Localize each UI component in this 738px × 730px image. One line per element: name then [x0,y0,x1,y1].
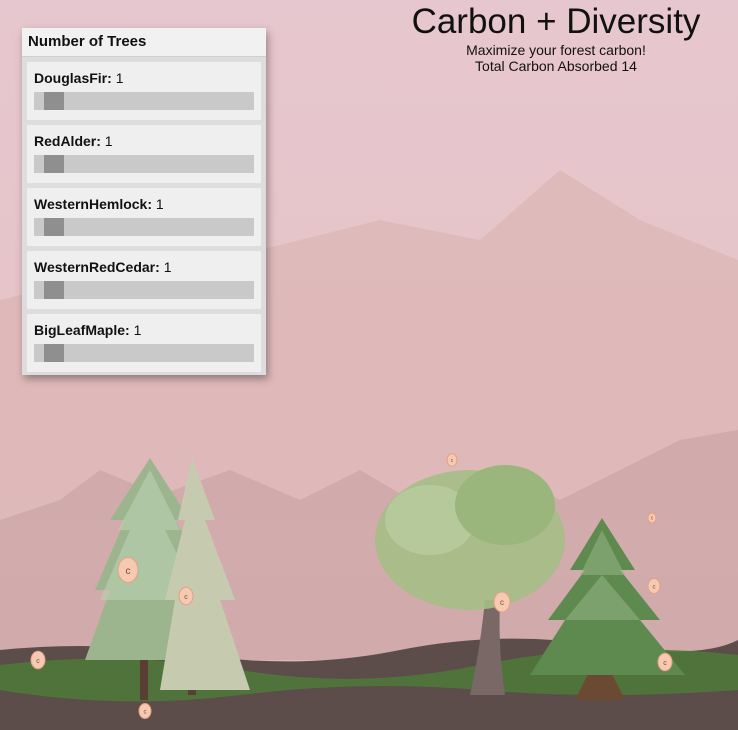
panel-title: Number of Trees [22,28,266,57]
tree-species-name: RedAlder [34,133,97,149]
tree-count-slider[interactable] [34,218,254,236]
slider-label: RedAlder: 1 [34,133,113,149]
tree-species-name: DouglasFir [34,70,108,86]
svg-text:c: c [663,660,667,667]
tree-count-value: 1 [104,133,113,149]
tree-count-slider[interactable] [34,155,254,173]
slider-label: WesternRedCedar: 1 [34,259,171,275]
svg-text:c: c [500,598,504,607]
subtitle: Maximize your forest carbon! [466,42,646,58]
tree-count-slider[interactable] [34,281,254,299]
slider-row-redalder: RedAlder: 1 [27,125,261,183]
page-title: Carbon + Diversity [411,2,701,41]
svg-text:c: c [184,594,188,601]
slider-label: BigLeafMaple: 1 [34,322,141,338]
label-separator: : [96,133,101,149]
carbon-token[interactable]: c [493,591,511,613]
tree-species-name: BigLeafMaple [34,322,126,338]
slider-row-westernhemlock: WesternHemlock: 1 [27,188,261,246]
slider-thumb[interactable] [44,344,64,362]
header: Carbon + Diversity Maximize your forest … [396,2,716,74]
slider-label: DouglasFir: 1 [34,70,123,86]
carbon-token[interactable]: c [30,650,46,670]
slider-thumb[interactable] [44,218,64,236]
slider-thumb[interactable] [44,92,64,110]
tree-species-name: WesternHemlock [34,196,148,212]
carbon-token[interactable]: c [138,703,152,719]
carbon-token[interactable]: c [446,453,458,467]
svg-text:c: c [36,658,40,665]
slider-thumb[interactable] [44,281,64,299]
tree-count-value: 1 [115,70,124,86]
label-separator: : [125,322,130,338]
tree-count-slider[interactable] [34,344,254,362]
slider-thumb[interactable] [44,155,64,173]
slider-label: WesternHemlock: 1 [34,196,164,212]
tree-count-panel: Number of Trees DouglasFir: 1 RedAlder: 1… [22,28,266,375]
carbon-token[interactable]: c [647,578,661,594]
tree-count-value: 1 [155,196,164,212]
slider-row-douglasfir: DouglasFir: 1 [27,62,261,120]
label-separator: : [147,196,153,212]
total-carbon-readout: Total Carbon Absorbed 14 [475,58,637,74]
label-separator: : [107,70,112,86]
label-separator: : [155,259,160,275]
slider-list: DouglasFir: 1 RedAlder: 1 WesternHemlock: … [22,62,266,372]
tree-count-slider[interactable] [34,92,254,110]
tree-count-value: 1 [163,259,172,275]
carbon-token[interactable]: c [117,557,139,583]
carbon-token[interactable]: c [647,512,657,524]
slider-row-bigleafmaple: BigLeafMaple: 1 [27,314,261,372]
carbon-token[interactable]: c [657,652,673,672]
tree-species-name: WesternRedCedar [34,259,156,275]
svg-text:c: c [144,709,147,715]
tree-count-value: 1 [133,322,142,338]
carbon-token[interactable]: c [178,586,194,606]
svg-text:c: c [126,566,131,577]
slider-row-westernredcedar: WesternRedCedar: 1 [27,251,261,309]
svg-text:c: c [653,584,656,590]
